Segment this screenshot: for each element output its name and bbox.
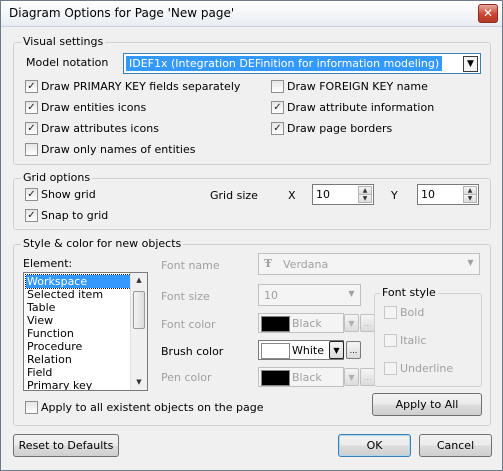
list-item[interactable]: Relation xyxy=(26,353,131,366)
scroll-up-icon[interactable]: ▲ xyxy=(132,273,146,288)
brush-color-label: Brush color xyxy=(161,345,224,358)
chevron-down-icon[interactable]: ▼ xyxy=(344,286,359,302)
visual-settings-title: Visual settings xyxy=(21,35,106,48)
draw-attributes-icons-label[interactable]: Draw attributes icons xyxy=(41,122,159,135)
chevron-down-icon[interactable]: ▼ xyxy=(463,255,478,271)
italic-checkbox[interactable] xyxy=(384,334,397,347)
reset-defaults-button[interactable]: Reset to Defaults xyxy=(13,434,119,457)
close-button[interactable]: ✕ xyxy=(478,4,498,23)
draw-foreign-key-name-label[interactable]: Draw FOREIGN KEY name xyxy=(287,80,428,93)
grid-size-label: Grid size xyxy=(210,189,258,202)
model-notation-value: IDEF1x (Integration DEFinition for infor… xyxy=(126,56,443,71)
list-item[interactable]: Selected item xyxy=(26,288,131,301)
font-color-more-button[interactable]: ... xyxy=(360,314,375,332)
pen-color-value: Black xyxy=(292,371,322,384)
chevron-down-icon[interactable]: ▼ xyxy=(329,341,344,359)
grid-y-input[interactable]: 10 ▲ ▼ xyxy=(417,184,479,205)
draw-attributes-icons-checkbox[interactable]: ✓ xyxy=(25,122,38,135)
draw-only-names-checkbox[interactable] xyxy=(25,143,38,156)
list-item[interactable]: Function xyxy=(26,327,131,340)
draw-page-borders-checkbox[interactable]: ✓ xyxy=(271,122,284,135)
scroll-thumb[interactable] xyxy=(133,291,145,329)
grid-x-value: 10 xyxy=(316,188,330,201)
apply-to-all-button[interactable]: Apply to All xyxy=(372,393,482,416)
apply-all-objects-label[interactable]: Apply to all existent objects on the pag… xyxy=(41,401,264,414)
draw-entities-icons-checkbox[interactable]: ✓ xyxy=(25,101,38,114)
element-label: Element: xyxy=(23,257,73,270)
font-size-value: 10 xyxy=(264,289,278,302)
dialog-window: Diagram Options for Page 'New page' ✕ Vi… xyxy=(0,0,503,471)
font-name-value: Verdana xyxy=(283,258,329,271)
chevron-down-icon[interactable]: ▼ xyxy=(344,314,359,332)
pen-color-label: Pen color xyxy=(161,371,212,384)
font-size-label: Font size xyxy=(161,290,210,303)
font-style-title: Font style xyxy=(380,286,438,299)
show-grid-checkbox[interactable]: ✓ xyxy=(25,188,38,201)
font-color-swatch xyxy=(261,316,290,332)
draw-attribute-information-label[interactable]: Draw attribute information xyxy=(287,101,434,114)
spin-down-icon[interactable]: ▼ xyxy=(463,194,477,203)
close-icon: ✕ xyxy=(482,6,494,20)
font-size-select[interactable]: 10 ▼ xyxy=(258,284,361,306)
element-list-scrollbar[interactable]: ▲ ▼ xyxy=(130,273,147,390)
font-color-label: Font color xyxy=(161,318,216,331)
apply-all-objects-checkbox[interactable] xyxy=(25,401,38,414)
scroll-down-icon[interactable]: ▼ xyxy=(132,375,146,390)
list-item[interactable]: Field xyxy=(26,366,131,379)
list-item[interactable]: Table xyxy=(26,301,131,314)
list-item[interactable]: Procedure xyxy=(26,340,131,353)
draw-foreign-key-name-checkbox[interactable] xyxy=(271,80,284,93)
pen-color-more-button[interactable]: ... xyxy=(360,368,375,386)
font-color-value: Black xyxy=(292,317,322,330)
snap-to-grid-checkbox[interactable]: ✓ xyxy=(25,209,38,222)
brush-color-value: White xyxy=(292,344,324,357)
ok-button[interactable]: OK xyxy=(338,434,411,457)
brush-color-more-button[interactable]: ... xyxy=(346,341,361,359)
grid-y-label: Y xyxy=(391,189,398,202)
draw-entities-icons-label[interactable]: Draw entities icons xyxy=(41,101,146,114)
draw-primary-key-label[interactable]: Draw PRIMARY KEY fields separately xyxy=(41,80,240,93)
font-name-select[interactable]: Ŧ Verdana ▼ xyxy=(258,253,480,275)
underline-checkbox[interactable] xyxy=(384,362,397,375)
draw-primary-key-checkbox[interactable]: ✓ xyxy=(25,80,38,93)
font-type-icon: Ŧ xyxy=(264,257,273,270)
show-grid-label[interactable]: Show grid xyxy=(41,188,96,201)
font-name-label: Font name xyxy=(161,259,220,272)
grid-x-label: X xyxy=(288,189,296,202)
window-title: Diagram Options for Page 'New page' xyxy=(9,6,235,20)
grid-y-value: 10 xyxy=(421,188,435,201)
title-bar[interactable]: Diagram Options for Page 'New page' ✕ xyxy=(1,1,502,27)
list-item[interactable]: View xyxy=(26,314,131,327)
list-item[interactable]: Workspace xyxy=(25,274,132,289)
chevron-down-icon[interactable]: ▼ xyxy=(463,56,478,72)
element-list[interactable]: Workspace Selected item Table View Funct… xyxy=(23,272,148,391)
draw-attribute-information-checkbox[interactable]: ✓ xyxy=(271,101,284,114)
italic-label[interactable]: Italic xyxy=(400,334,426,347)
bold-label[interactable]: Bold xyxy=(400,306,424,319)
chevron-down-icon[interactable]: ▼ xyxy=(344,368,359,386)
underline-label[interactable]: Underline xyxy=(400,362,453,375)
draw-page-borders-label[interactable]: Draw page borders xyxy=(287,122,392,135)
font-color-select[interactable]: Black xyxy=(258,313,344,333)
spin-down-icon[interactable]: ▼ xyxy=(358,194,372,203)
grid-x-input[interactable]: 10 ▲ ▼ xyxy=(312,184,374,205)
model-notation-select[interactable]: IDEF1x (Integration DEFinition for infor… xyxy=(123,53,481,74)
draw-only-names-label[interactable]: Draw only names of entities xyxy=(41,143,196,156)
pen-color-select[interactable]: Black xyxy=(258,367,344,387)
pen-color-swatch xyxy=(261,370,290,386)
bold-checkbox[interactable] xyxy=(384,306,397,319)
cancel-button[interactable]: Cancel xyxy=(419,434,492,457)
grid-options-title: Grid options xyxy=(21,171,93,184)
model-notation-label: Model notation xyxy=(26,56,109,69)
brush-color-swatch xyxy=(261,343,290,359)
style-color-title: Style & color for new objects xyxy=(21,237,184,250)
list-item[interactable]: Primary key xyxy=(26,379,131,390)
snap-to-grid-label[interactable]: Snap to grid xyxy=(41,209,108,222)
